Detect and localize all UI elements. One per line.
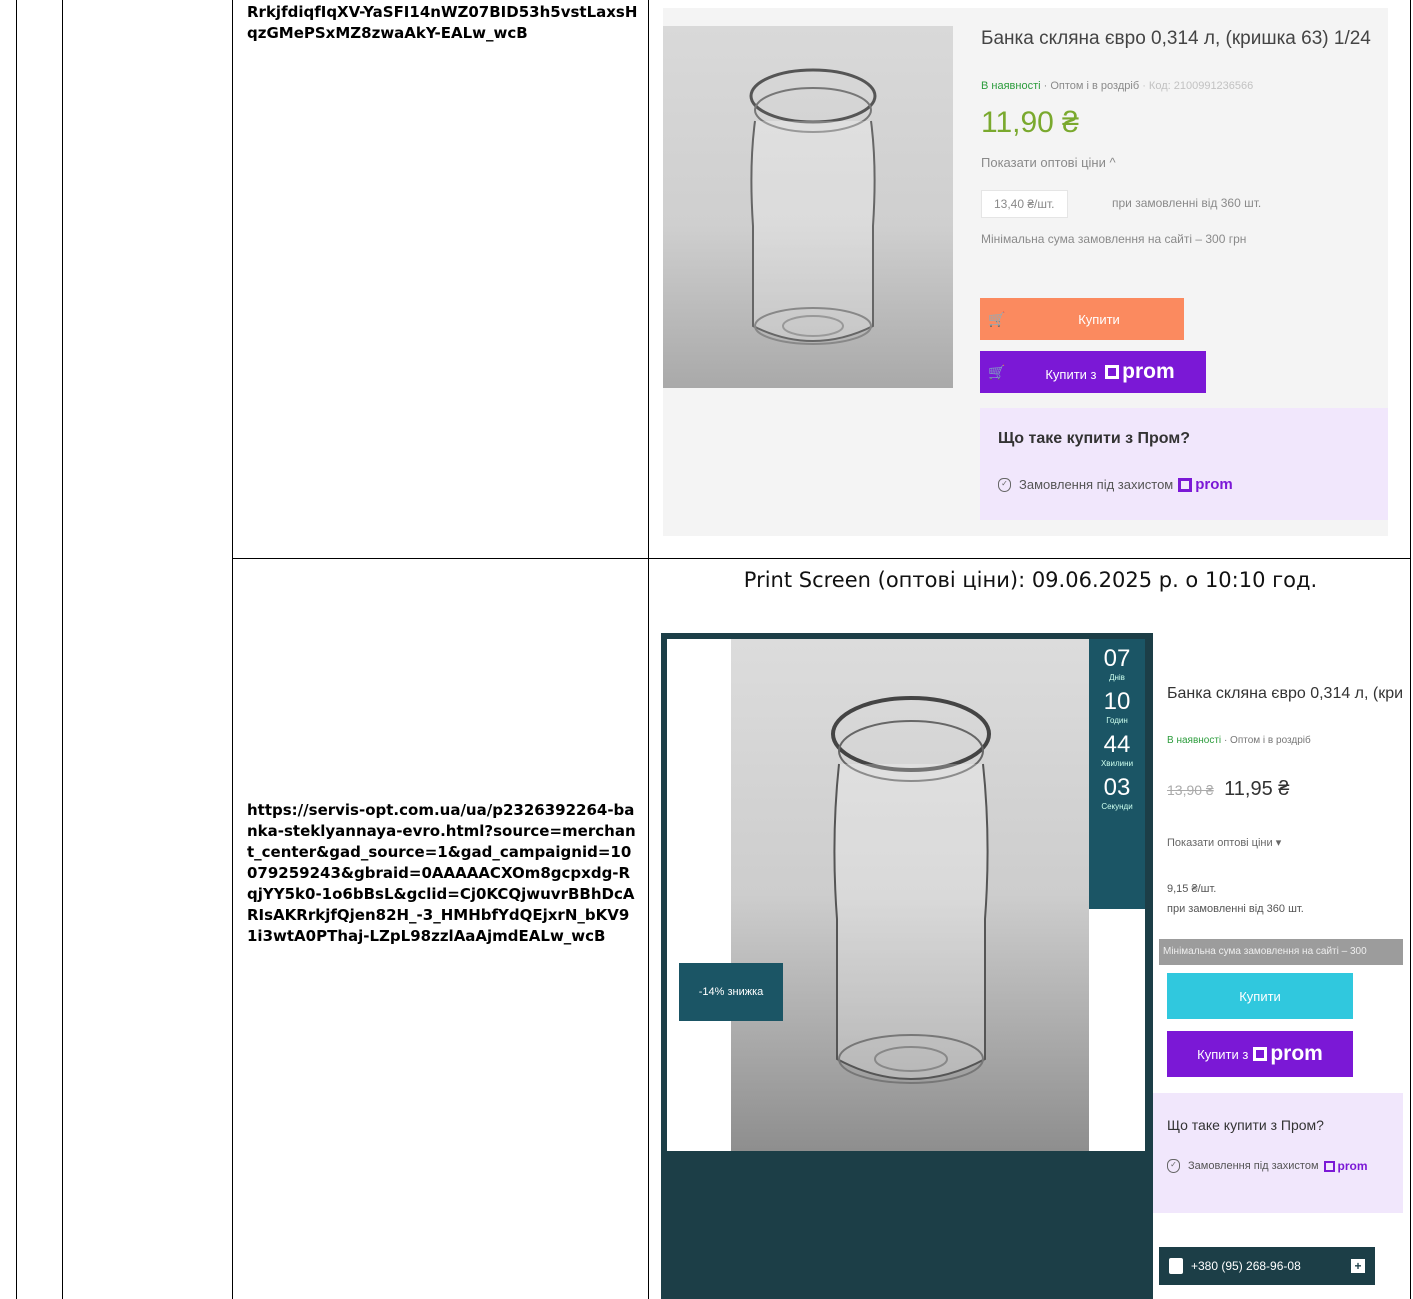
in-stock-label: В наявності	[1167, 735, 1222, 746]
buy-button-label: Купити	[1078, 311, 1120, 327]
tier-price: 9,15 ₴/шт.	[1167, 883, 1217, 895]
stock-status: В наявності · Оптом і в роздріб	[1167, 735, 1311, 746]
prom-logo: prom	[1178, 476, 1233, 493]
stock-status: В наявності · Оптом і в роздріб · Код: 2…	[981, 80, 1253, 92]
prom-logo: prom	[1105, 360, 1175, 384]
sale-type-label: · Оптом і в роздріб	[1223, 735, 1311, 746]
plus-icon: +	[1351, 1259, 1365, 1273]
phone-icon	[1169, 1258, 1183, 1274]
product-photo	[731, 639, 1089, 1151]
in-stock-label: В наявності	[981, 80, 1041, 92]
buy-with-prom-button[interactable]: 🛒 Купити з prom	[980, 351, 1206, 393]
timer-days: 07 Днів	[1103, 645, 1131, 682]
buy-with-prom-label: Купити з prom	[1045, 360, 1175, 384]
prom-logo: prom	[1323, 1159, 1368, 1173]
product-title: Банка скляна євро 0,314 л, (кришка 63) 1…	[981, 28, 1371, 49]
product-price: 11,95 ₴	[1224, 778, 1290, 800]
tier-price: 13,40 ₴/шт.	[981, 190, 1068, 218]
jar-image	[749, 68, 877, 345]
price-row: 13,90 ₴ 11,95 ₴	[1167, 778, 1289, 801]
shield-icon: ✓	[998, 477, 1011, 492]
old-price: 13,90 ₴	[1167, 782, 1214, 798]
print-screen-caption: Print Screen (оптові ціни): 09.06.2025 р…	[743, 568, 1318, 592]
table-border-col3	[648, 0, 649, 1299]
prom-logo: prom	[1253, 1042, 1323, 1066]
table-border-left	[16, 0, 17, 1299]
product-code: · Код: 2100991236566	[1142, 80, 1254, 92]
tier-note: при замовленні від 360 шт.	[1167, 903, 1304, 915]
table-border-right	[1410, 0, 1411, 1299]
prom-panel-title: Що таке купити з Пром?	[998, 430, 1190, 447]
product-screenshot-wholesale: 07 Днів 10 Годин 44 Хвилини 03 Секунди -14% …	[661, 633, 1403, 1299]
buy-button[interactable]: Купити	[1167, 973, 1353, 1019]
table-border-col2	[232, 0, 233, 1299]
discount-badge: -14% знижка	[679, 963, 783, 1021]
cart-icon: 🛒	[988, 363, 1006, 380]
min-order-note: Мінімальна сума замовлення на сайті – 30…	[1159, 939, 1403, 965]
phone-button[interactable]: +380 (95) 268-96-08 +	[1159, 1247, 1375, 1285]
url-cell-row1: RrkjfdiqfIqXV-YaSFI14nWZ07BID53h5vstLaxs…	[247, 3, 638, 42]
tier-note: при замовленні від 360 шт.	[1112, 196, 1262, 210]
timer-minutes: 44 Хвилини	[1100, 731, 1134, 768]
protected-order-line: ✓ Замовлення під захистом prom	[998, 476, 1233, 493]
cart-icon: 🛒	[988, 310, 1006, 327]
prom-info-panel: Що таке купити з Пром? ✓ Замовлення під …	[1153, 1093, 1403, 1213]
show-wholesale-toggle[interactable]: Показати оптові ціни ^	[981, 155, 1116, 170]
product-price: 11,90 ₴	[981, 106, 1079, 139]
product-screenshot-retail: Банка скляна євро 0,314 л, (кришка 63) 1…	[663, 8, 1388, 536]
prom-info-panel: Що таке купити з Пром? ✓ Замовлення під …	[980, 408, 1388, 520]
jar-image	[831, 696, 991, 1084]
phone-number: +380 (95) 268-96-08	[1191, 1259, 1301, 1273]
countdown-timer: 07 Днів 10 Годин 44 Хвилини 03 Секунди	[1089, 639, 1145, 909]
product-photo	[663, 26, 953, 388]
timer-hours: 10 Годин	[1103, 688, 1131, 725]
table-border-col1	[62, 0, 63, 1299]
show-wholesale-toggle[interactable]: Показати оптові ціни ▾	[1167, 836, 1281, 849]
buy-with-prom-button[interactable]: Купити з prom	[1167, 1031, 1353, 1077]
shield-icon: ✓	[1167, 1159, 1180, 1173]
product-info: Банка скляна євро 0,314 л, (криш В наявн…	[1153, 633, 1403, 1299]
row-divider	[232, 558, 1411, 559]
sale-type-label: · Оптом і в роздріб	[1043, 80, 1140, 92]
timer-seconds: 03 Секунди	[1101, 774, 1133, 811]
buy-button[interactable]: 🛒 Купити	[980, 298, 1184, 340]
protected-order-line: ✓ Замовлення під захистом prom	[1167, 1159, 1368, 1173]
url-cell-row2: https://servis-opt.com.ua/ua/p2326392264…	[247, 801, 636, 945]
min-order-note: Мінімальна сума замовлення на сайті – 30…	[981, 232, 1247, 246]
prom-panel-title: Що таке купити з Пром?	[1167, 1117, 1324, 1133]
product-title: Банка скляна євро 0,314 л, (криш	[1167, 685, 1403, 702]
